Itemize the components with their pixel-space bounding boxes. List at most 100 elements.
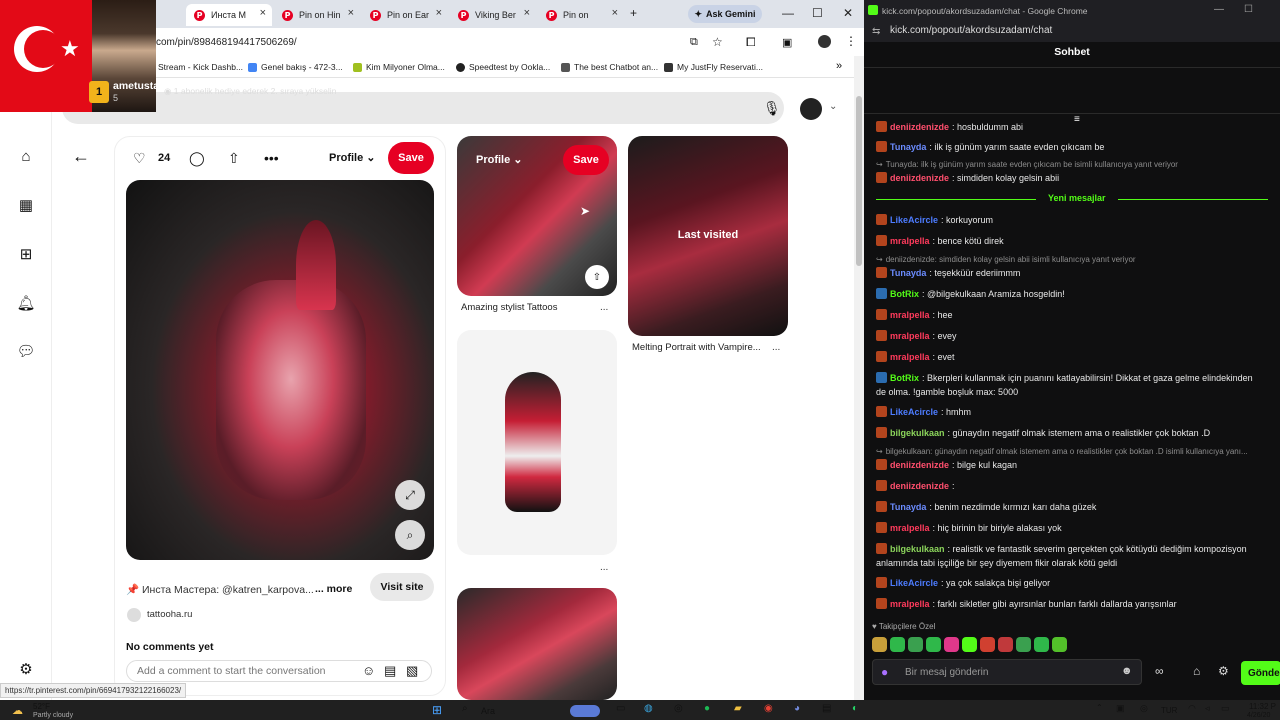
emoji-icon[interactable]: ☻ xyxy=(1121,665,1133,677)
gear-icon[interactable]: ⚙ xyxy=(16,660,36,680)
filter-icon[interactable]: ≡ xyxy=(1074,114,1080,125)
profile-dropdown[interactable]: Profile ⌄ xyxy=(329,151,376,164)
pin-image[interactable] xyxy=(126,180,434,560)
chat-message[interactable]: Tunayda: teşekküür ederiimmm xyxy=(876,267,1020,278)
pin-profile-dropdown[interactable]: Profile ⌄ xyxy=(476,153,523,166)
chevron-down-icon[interactable]: ⌄ xyxy=(829,101,837,112)
chat-username[interactable]: deniizdenizde xyxy=(890,122,949,132)
chat-username[interactable]: bilgekulkaan xyxy=(890,428,945,438)
tab-pin-hin[interactable]: P Pin on Hin × xyxy=(274,4,360,26)
image-icon[interactable]: ▧ xyxy=(406,663,418,679)
bookmark-item[interactable]: The best Chatbot an... xyxy=(561,62,658,72)
bookmark-item[interactable]: My JustFly Reservati... xyxy=(664,62,763,72)
taskbar-search-label[interactable]: Ara xyxy=(481,706,495,716)
comment-icon[interactable]: ◯ xyxy=(189,150,205,167)
source-domain[interactable]: tattooha.ru xyxy=(147,609,192,620)
share-icon[interactable]: ⇧ xyxy=(228,150,240,167)
emote-icon[interactable] xyxy=(1052,637,1067,652)
minimize-icon[interactable]: — xyxy=(1214,4,1224,15)
tray-chevron-icon[interactable]: ⌃ xyxy=(1096,703,1103,712)
pin-title[interactable]: Melting Portrait with Vampire... xyxy=(632,342,761,353)
chat-username[interactable]: deniizdenizde xyxy=(890,173,949,183)
bookmark-item[interactable]: Genel bakış - 472-3... xyxy=(248,62,343,72)
wifi-icon[interactable]: ◠ xyxy=(1188,703,1196,714)
star-icon[interactable]: ☆ xyxy=(712,35,723,49)
close-icon[interactable]: × xyxy=(612,7,618,19)
chat-message[interactable]: deniizdenizde: bilge kul kagan xyxy=(876,459,1017,470)
maximize-icon[interactable]: ☐ xyxy=(1244,4,1253,15)
bell-icon[interactable]: 🔔︎ xyxy=(16,294,36,314)
emote-icon[interactable] xyxy=(944,637,959,652)
install-icon[interactable]: ⧉ xyxy=(690,36,698,49)
tray-icon[interactable]: ▣ xyxy=(1116,703,1125,714)
chat-message[interactable]: LikeAcircle: hmhm xyxy=(876,406,971,417)
new-tab-icon[interactable]: + xyxy=(630,6,637,20)
visit-site-button[interactable]: Visit site xyxy=(370,573,434,601)
chat-username[interactable]: deniizdenizde xyxy=(890,460,949,470)
chat-message[interactable]: LikeAcircle: ya çok salakça bişi geliyor xyxy=(876,577,1050,588)
chat-message[interactable]: BotRix: Bkerpleri kullanmak için puanını… xyxy=(876,372,1253,383)
discord-icon[interactable]: ◕ xyxy=(794,703,800,714)
chat-username[interactable]: bilgekulkaan xyxy=(890,544,945,554)
tab-pin-ear[interactable]: P Pin on Ear × xyxy=(362,4,448,26)
chat-username[interactable]: LikeAcircle xyxy=(890,578,938,588)
spotify-icon[interactable]: ● xyxy=(704,703,710,714)
bookmark-item[interactable]: Stream - Kick Dashb... xyxy=(158,62,243,72)
store-icon[interactable]: ⌂ xyxy=(1193,664,1200,678)
more-options-icon[interactable]: ... xyxy=(600,302,608,313)
chat-message[interactable]: bilgekulkaan: realistik ve fantastik sev… xyxy=(876,543,1247,554)
emote-icon[interactable] xyxy=(908,637,923,652)
tab-viking[interactable]: P Viking Ber × xyxy=(450,4,536,26)
windows-start-icon[interactable]: ⊞ xyxy=(432,703,442,717)
chat-message[interactable]: BotRix: @bilgekulkaan Aramiza hosgeldin! xyxy=(876,288,1065,299)
close-icon[interactable]: × xyxy=(260,7,266,19)
folder-icon[interactable]: ▰ xyxy=(734,703,742,714)
save-button[interactable]: Save xyxy=(388,142,434,174)
chat-message[interactable]: deniizdenizde: hosbuldumm abi xyxy=(876,121,1023,132)
microphone-icon[interactable]: ● xyxy=(881,665,888,679)
pin-save-button[interactable]: Save xyxy=(563,145,609,175)
emoji-icon[interactable]: ☺ xyxy=(362,663,375,678)
bookmark-item[interactable]: Kim Milyoner Olma... xyxy=(353,62,445,72)
create-icon[interactable]: ⊞ xyxy=(16,245,36,265)
chat-address[interactable]: kick.com/popout/akordsuzadam/chat xyxy=(864,22,1280,42)
emote-icon[interactable] xyxy=(926,637,941,652)
search-icon[interactable]: ⌕ xyxy=(462,703,468,714)
clock-date[interactable]: 4/26/20 xyxy=(1247,712,1270,719)
sidepanel-icon[interactable]: ▣ xyxy=(782,36,792,49)
chat-username[interactable]: mralpella xyxy=(890,331,930,341)
tray-icon[interactable]: ◎ xyxy=(1140,703,1148,714)
chat-username[interactable]: Tunayda xyxy=(890,142,926,152)
chat-message[interactable]: deniizdenizde: xyxy=(876,480,955,491)
more-options-icon[interactable]: ... xyxy=(600,562,608,573)
chat-message[interactable]: mralpella: hee xyxy=(876,309,953,320)
chat-username[interactable]: deniizdenizde xyxy=(890,481,949,491)
chat-input[interactable]: Bir mesaj gönderin xyxy=(872,659,1142,685)
home-icon[interactable]: ⌂ xyxy=(16,148,36,168)
tab-insta[interactable]: P Инста М × xyxy=(186,4,272,26)
bookmarks-overflow-icon[interactable]: » xyxy=(836,60,842,72)
emote-icon[interactable] xyxy=(1016,637,1031,652)
share-icon[interactable]: ⇧ xyxy=(585,265,609,289)
emote-icon[interactable] xyxy=(980,637,995,652)
chat-username[interactable]: LikeAcircle xyxy=(890,407,938,417)
points-icon[interactable]: ∞ xyxy=(1155,664,1164,678)
chat-username[interactable]: mralpella xyxy=(890,599,930,609)
emote-icon[interactable] xyxy=(872,637,887,652)
messages-icon[interactable]: 💬︎ xyxy=(16,342,36,362)
pin-title[interactable]: Amazing stylist Tattoos xyxy=(461,302,557,313)
chat-username[interactable]: mralpella xyxy=(890,352,930,362)
sticker-icon[interactable]: ▤ xyxy=(384,663,396,679)
site-info-icon[interactable]: ⇆ xyxy=(872,26,880,37)
chat-username[interactable]: BotRix xyxy=(890,373,919,383)
microphone-icon[interactable]: 🎙 xyxy=(763,100,781,117)
settings-icon[interactable]: ⚙ xyxy=(1218,664,1229,678)
emote-icon[interactable] xyxy=(998,637,1013,652)
emote-icon[interactable] xyxy=(1034,637,1049,652)
chat-message[interactable]: LikeAcircle: korkuyorum xyxy=(876,214,993,225)
volume-icon[interactable]: ◃ xyxy=(1205,703,1210,714)
more-options-icon[interactable]: ••• xyxy=(264,150,279,166)
profile-avatar[interactable] xyxy=(818,35,831,48)
chat-username[interactable]: mralpella xyxy=(890,236,930,246)
related-pin-4[interactable] xyxy=(457,588,617,700)
